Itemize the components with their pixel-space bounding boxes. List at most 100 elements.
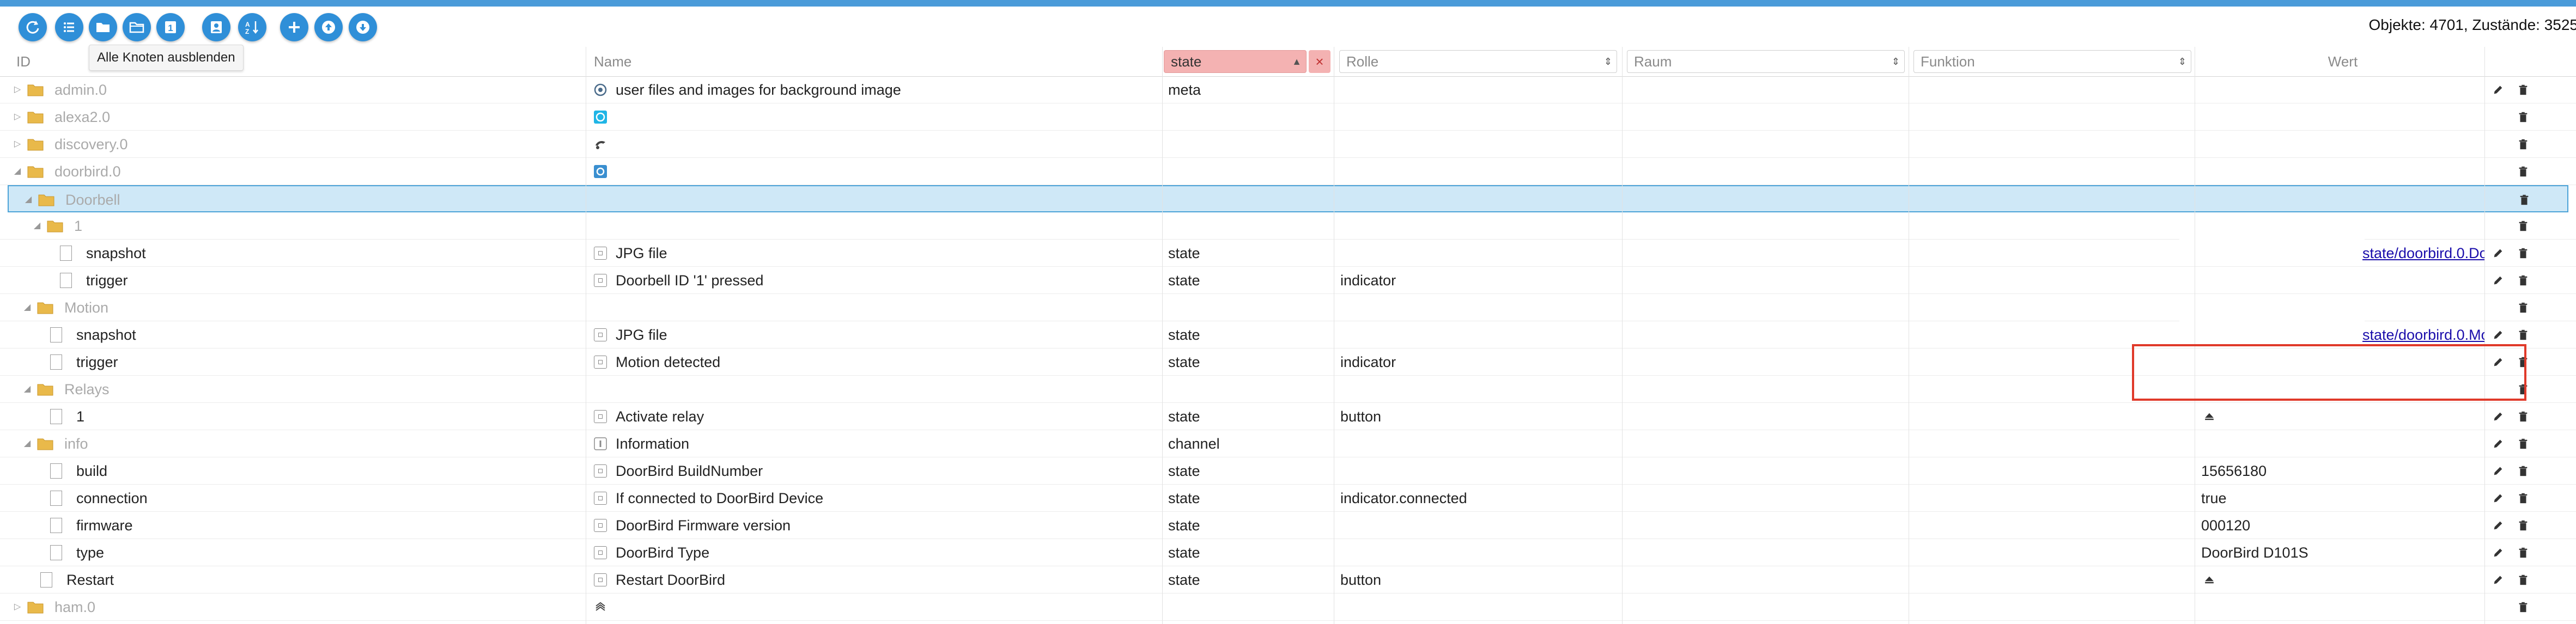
user-button[interactable]	[202, 13, 230, 41]
role-filter-select[interactable]: Rolle ⇕	[1339, 50, 1617, 73]
discovery-icon	[594, 138, 607, 151]
folder-icon	[27, 601, 44, 614]
type-filter-select[interactable]: state ▲	[1164, 50, 1307, 73]
table-row[interactable]: trigger Doorbell ID '1' pressed state indic…	[0, 267, 2576, 294]
expand-arrow-icon[interactable]: ▷	[12, 76, 23, 103]
table-row[interactable]: ▷ admin.0 user files and images for backgr…	[0, 76, 2576, 103]
object-id: 1	[76, 408, 85, 425]
object-name: Restart DoorBird	[616, 572, 726, 588]
plus-icon	[289, 22, 300, 33]
delete-icon[interactable]	[2515, 463, 2531, 479]
table-row[interactable]: 1 Activate relay state button	[0, 403, 2576, 430]
collapse-arrow-icon[interactable]: ◢	[23, 186, 34, 213]
delete-icon[interactable]	[2515, 82, 2531, 98]
list-view-button[interactable]	[55, 13, 83, 41]
state-icon	[594, 410, 607, 423]
collapse-arrow-icon[interactable]: ◢	[22, 376, 33, 403]
delete-icon[interactable]	[2515, 408, 2531, 425]
table-row[interactable]: ▷ alexa2.0	[0, 103, 2576, 131]
column-value[interactable]: Wert	[2196, 47, 2490, 76]
edit-icon[interactable]	[2490, 408, 2506, 425]
expand-arrow-icon[interactable]: ▷	[12, 594, 23, 621]
object-type: state	[1168, 354, 1200, 370]
edit-icon[interactable]	[2490, 82, 2506, 98]
table-row[interactable]: ◢ 1	[0, 212, 2576, 240]
object-id: ham.0	[54, 599, 96, 615]
delete-icon[interactable]	[2515, 218, 2531, 234]
table-row[interactable]: snapshot JPG file state state/doorbird.0.Do	[0, 238, 2576, 267]
collapse-arrow-icon[interactable]: ◢	[12, 158, 23, 185]
edit-icon[interactable]	[2490, 272, 2506, 289]
expand-arrow-icon[interactable]: ▷	[12, 131, 23, 158]
delete-icon[interactable]	[2515, 109, 2531, 125]
value-link[interactable]: state/doorbird.0.Do	[2362, 240, 2484, 267]
state-icon	[594, 492, 607, 505]
object-id: trigger	[86, 272, 128, 289]
download-button[interactable]	[349, 13, 377, 41]
edit-icon[interactable]	[2490, 545, 2506, 561]
table-row[interactable]: Restart Restart DoorBird state button	[0, 566, 2576, 594]
refresh-button[interactable]	[19, 13, 47, 41]
collapse-arrow-icon[interactable]: ◢	[22, 430, 33, 457]
file-icon	[60, 273, 72, 288]
user-icon	[211, 21, 222, 33]
delete-icon[interactable]	[2515, 517, 2531, 534]
clear-filter-icon[interactable]: ×	[1309, 50, 1330, 73]
delete-icon[interactable]	[2515, 136, 2531, 152]
folder-collapse-button[interactable]	[89, 13, 117, 41]
delete-icon[interactable]	[2515, 490, 2531, 506]
table-row[interactable]: build DoorBird BuildNumber state 15656180	[0, 457, 2576, 485]
edit-icon[interactable]	[2490, 436, 2506, 452]
edit-icon[interactable]	[2490, 245, 2506, 261]
delete-icon[interactable]	[2515, 299, 2531, 316]
object-value: DoorBird D101S	[2201, 545, 2308, 561]
room-filter-select[interactable]: Raum ⇕	[1627, 50, 1905, 73]
edit-icon[interactable]	[2490, 572, 2506, 588]
edit-icon[interactable]	[2490, 490, 2506, 506]
table-row[interactable]: ◢ info Information channel	[0, 430, 2576, 457]
table-row[interactable]: ◢ doorbird.0	[0, 158, 2576, 185]
table-row[interactable]: ◢ Motion	[0, 294, 2576, 321]
column-id[interactable]: ID	[16, 47, 561, 76]
table-row[interactable]: ◢ Doorbell	[8, 185, 2568, 212]
sort-az-button[interactable]: AZ	[238, 13, 266, 41]
delete-icon[interactable]	[2516, 192, 2532, 208]
column-name[interactable]: Name	[594, 47, 1139, 76]
delete-icon[interactable]	[2515, 163, 2531, 180]
edit-icon[interactable]	[2490, 463, 2506, 479]
delete-icon[interactable]	[2515, 599, 2531, 615]
function-filter-select[interactable]: Funktion ⇕	[1913, 50, 2191, 73]
delete-icon[interactable]	[2515, 572, 2531, 588]
table-row[interactable]: connection If connected to DoorBird Devic…	[0, 485, 2576, 512]
sort-az-icon: AZ	[245, 21, 258, 35]
delete-icon[interactable]	[2515, 327, 2531, 343]
state-icon	[594, 464, 607, 478]
file-icon	[50, 409, 62, 424]
collapse-arrow-icon[interactable]: ◢	[32, 212, 42, 240]
edit-icon[interactable]	[2490, 327, 2506, 343]
button-trigger-icon[interactable]	[2201, 408, 2217, 425]
object-name: Doorbell ID '1' pressed	[616, 272, 764, 289]
table-row[interactable]: firmware DoorBird Firmware version state 00…	[0, 512, 2576, 539]
delete-icon[interactable]	[2515, 545, 2531, 561]
image-preview-box	[2179, 320, 2365, 339]
folder-expand-button[interactable]	[123, 13, 151, 41]
button-trigger-icon[interactable]	[2201, 572, 2217, 588]
delete-icon[interactable]	[2515, 272, 2531, 289]
object-id: Doorbell	[65, 192, 120, 208]
edit-icon[interactable]	[2490, 517, 2506, 534]
table-row[interactable]: type DoorBird Type state DoorBird D101S	[0, 539, 2576, 566]
expand-arrow-icon[interactable]: ▷	[12, 103, 23, 131]
delete-icon[interactable]	[2515, 436, 2531, 452]
state-icon	[594, 247, 607, 260]
table-row[interactable]: ▷ ham.0	[0, 594, 2576, 621]
delete-icon[interactable]	[2515, 245, 2531, 261]
table-row[interactable]: ▷ discovery.0	[0, 131, 2576, 158]
file-icon	[50, 354, 62, 370]
show-first-button[interactable]: 1	[156, 13, 185, 41]
doorbird-icon	[594, 165, 607, 178]
add-button[interactable]	[280, 13, 308, 41]
object-name: user files and images for background ima…	[616, 82, 901, 98]
upload-button[interactable]	[314, 13, 343, 41]
collapse-arrow-icon[interactable]: ◢	[22, 294, 33, 321]
